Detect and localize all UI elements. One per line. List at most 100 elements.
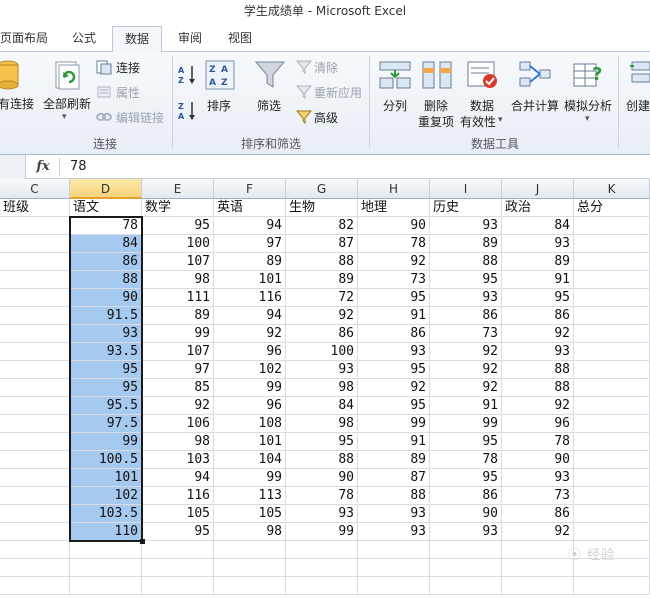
empty-cell[interactable] — [0, 577, 70, 595]
empty-cell[interactable] — [502, 541, 574, 559]
table-cell[interactable]: 88 — [286, 253, 358, 271]
tab-review[interactable]: 审阅 — [168, 26, 212, 52]
table-cell[interactable]: 100.5 — [70, 451, 142, 469]
table-cell[interactable]: 95 — [430, 271, 502, 289]
sort-ascending-button[interactable]: A Z — [178, 64, 198, 86]
header-cell[interactable]: 数学 — [142, 199, 214, 217]
table-cell[interactable]: 97 — [142, 361, 214, 379]
table-cell[interactable]: 98 — [286, 379, 358, 397]
empty-cell[interactable] — [574, 271, 650, 289]
tab-formulas[interactable]: 公式 — [62, 26, 106, 52]
table-cell[interactable]: 88 — [430, 253, 502, 271]
text-to-columns-button[interactable]: 分列 — [376, 56, 414, 128]
table-cell[interactable]: 87 — [358, 469, 430, 487]
empty-cell[interactable] — [574, 505, 650, 523]
table-cell[interactable]: 88 — [70, 271, 142, 289]
empty-cell[interactable] — [0, 541, 70, 559]
header-cell[interactable]: 英语 — [214, 199, 286, 217]
table-cell[interactable]: 105 — [214, 505, 286, 523]
empty-cell[interactable] — [574, 361, 650, 379]
table-cell[interactable]: 92 — [502, 325, 574, 343]
header-cell[interactable]: 语文 — [70, 199, 142, 217]
table-cell[interactable]: 106 — [142, 415, 214, 433]
header-cell[interactable]: 政治 — [502, 199, 574, 217]
table-cell[interactable]: 96 — [214, 343, 286, 361]
table-cell[interactable]: 88 — [358, 487, 430, 505]
table-cell[interactable]: 110 — [70, 523, 142, 541]
empty-cell[interactable] — [574, 325, 650, 343]
header-cell[interactable]: 班级 — [0, 199, 70, 217]
connections-button[interactable]: 连接 — [96, 58, 146, 76]
table-cell[interactable]: 99 — [142, 325, 214, 343]
table-cell[interactable]: 94 — [214, 307, 286, 325]
table-cell[interactable]: 85 — [142, 379, 214, 397]
remove-duplicates-button[interactable]: 删除 重复项 — [416, 56, 458, 129]
tab-page-layout[interactable]: 页面布局 — [0, 26, 50, 52]
name-box[interactable] — [0, 155, 26, 179]
table-cell[interactable]: 92 — [286, 307, 358, 325]
table-cell[interactable]: 89 — [430, 235, 502, 253]
table-cell[interactable]: 95 — [358, 397, 430, 415]
table-cell[interactable]: 102 — [214, 361, 286, 379]
table-cell[interactable]: 92 — [502, 397, 574, 415]
table-cell[interactable]: 86 — [502, 505, 574, 523]
column-header-g[interactable]: G — [286, 179, 358, 199]
table-cell[interactable]: 93 — [502, 469, 574, 487]
table-cell[interactable]: 91 — [358, 307, 430, 325]
clear-button[interactable]: 清除 — [296, 58, 346, 76]
table-cell[interactable]: 98 — [142, 271, 214, 289]
empty-cell[interactable] — [0, 235, 70, 253]
column-header-c[interactable]: C — [0, 179, 70, 199]
table-cell[interactable]: 101 — [214, 271, 286, 289]
empty-cell[interactable] — [0, 505, 70, 523]
formula-input[interactable]: 78 — [70, 157, 87, 177]
table-cell[interactable]: 92 — [502, 523, 574, 541]
empty-cell[interactable] — [574, 343, 650, 361]
table-cell[interactable]: 95 — [286, 433, 358, 451]
table-cell[interactable]: 86 — [358, 325, 430, 343]
table-cell[interactable]: 87 — [286, 235, 358, 253]
empty-cell[interactable] — [0, 307, 70, 325]
empty-cell[interactable] — [574, 289, 650, 307]
table-cell[interactable]: 73 — [502, 487, 574, 505]
empty-cell[interactable] — [574, 307, 650, 325]
table-cell[interactable]: 103.5 — [70, 505, 142, 523]
sort-button[interactable]: Z A A Z 排序 — [204, 56, 238, 128]
table-cell[interactable]: 98 — [286, 415, 358, 433]
table-cell[interactable]: 101 — [214, 433, 286, 451]
table-cell[interactable]: 84 — [286, 397, 358, 415]
empty-cell[interactable] — [574, 379, 650, 397]
table-cell[interactable]: 97 — [214, 235, 286, 253]
empty-cell[interactable] — [0, 559, 70, 577]
empty-cell[interactable] — [142, 541, 214, 559]
table-cell[interactable]: 93 — [502, 235, 574, 253]
table-cell[interactable]: 91.5 — [70, 307, 142, 325]
tab-view[interactable]: 视图 — [218, 26, 262, 52]
empty-cell[interactable] — [70, 559, 142, 577]
table-cell[interactable]: 100 — [142, 235, 214, 253]
empty-cell[interactable] — [0, 289, 70, 307]
table-cell[interactable]: 107 — [142, 343, 214, 361]
insert-function-icon[interactable]: fx — [30, 157, 56, 177]
table-cell[interactable]: 86 — [502, 307, 574, 325]
table-cell[interactable]: 73 — [358, 271, 430, 289]
empty-cell[interactable] — [0, 343, 70, 361]
table-cell[interactable]: 99 — [286, 523, 358, 541]
table-cell[interactable]: 86 — [70, 253, 142, 271]
empty-cell[interactable] — [574, 397, 650, 415]
empty-cell[interactable] — [574, 451, 650, 469]
table-cell[interactable]: 95.5 — [70, 397, 142, 415]
empty-cell[interactable] — [574, 253, 650, 271]
empty-cell[interactable] — [574, 217, 650, 235]
empty-cell[interactable] — [0, 433, 70, 451]
table-cell[interactable]: 88 — [286, 451, 358, 469]
table-cell[interactable]: 99 — [214, 469, 286, 487]
advanced-filter-button[interactable]: 高级 — [296, 108, 346, 126]
empty-cell[interactable] — [574, 577, 650, 595]
empty-cell[interactable] — [0, 415, 70, 433]
table-cell[interactable]: 93 — [358, 343, 430, 361]
empty-cell[interactable] — [502, 559, 574, 577]
table-cell[interactable]: 93 — [286, 361, 358, 379]
table-cell[interactable]: 95 — [430, 433, 502, 451]
column-header-k[interactable]: K — [574, 179, 650, 199]
